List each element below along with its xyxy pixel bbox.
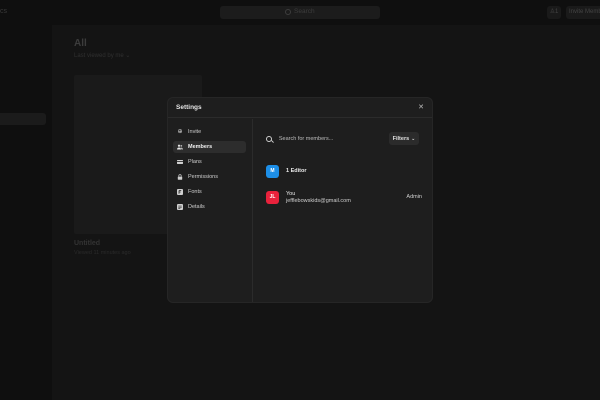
nav-item-members[interactable]: Members xyxy=(173,141,246,153)
filters-label: Filters xyxy=(392,135,410,142)
sidebar xyxy=(0,25,52,400)
avatar: JL xyxy=(266,190,279,204)
filters-button[interactable]: Filters ⌄ xyxy=(389,132,419,145)
settings-nav: ⊕ Invite Members Plans Permissions Fonts… xyxy=(168,119,253,302)
nav-item-fonts[interactable]: Fonts xyxy=(173,186,246,198)
page-title: All xyxy=(74,38,87,49)
nav-item-plans[interactable]: Plans xyxy=(173,156,246,168)
member-name: 1 Editor xyxy=(286,168,307,174)
user-count-button[interactable]: ♙1 xyxy=(547,6,561,19)
global-search-label: Search xyxy=(294,8,315,15)
card-icon xyxy=(177,159,183,165)
nav-item-label: Details xyxy=(188,204,205,210)
details-icon xyxy=(177,204,183,210)
top-bar: cs Search ♙1 Invite Members xyxy=(0,0,600,25)
close-icon[interactable]: ✕ xyxy=(418,103,424,111)
nav-item-permissions[interactable]: Permissions xyxy=(173,171,246,183)
member-info: 1 Editor xyxy=(286,168,306,174)
sidebar-selected-item[interactable] xyxy=(0,113,46,125)
lock-icon xyxy=(177,174,183,180)
users-icon xyxy=(177,144,183,150)
member-row[interactable]: JL You jefflebowskids@gmail.com Admin xyxy=(266,190,422,204)
member-name: You xyxy=(286,190,296,197)
settings-modal: Settings ✕ ⊕ Invite Members Plans Permis… xyxy=(168,98,432,302)
nav-item-label: Fonts xyxy=(188,189,202,195)
member-role[interactable]: Admin xyxy=(406,194,422,200)
member-search-input[interactable] xyxy=(278,136,376,142)
nav-item-label: Members xyxy=(188,144,213,150)
invite-members-button[interactable]: Invite Members xyxy=(566,6,600,19)
file-subtitle: Viewed 11 minutes ago xyxy=(74,250,131,256)
breadcrumb[interactable]: cs xyxy=(0,8,7,15)
nav-item-label: Invite xyxy=(188,129,202,135)
plus-circle-icon: ⊕ xyxy=(177,129,183,135)
modal-header: Settings ✕ xyxy=(168,98,432,118)
sort-dropdown[interactable]: Last viewed by me ⌄ xyxy=(74,52,130,59)
modal-title: Settings xyxy=(176,104,202,111)
nav-item-label: Permissions xyxy=(188,174,218,180)
global-search[interactable]: Search xyxy=(220,6,380,19)
nav-item-invite[interactable]: ⊕ Invite xyxy=(173,126,246,138)
file-title: Untitled xyxy=(74,240,101,247)
chevron-down-icon: ⌄ xyxy=(411,135,416,142)
nav-item-label: Plans xyxy=(188,159,202,165)
avatar: M xyxy=(266,164,279,178)
member-email: jefflebowskids@gmail.com xyxy=(286,197,351,204)
nav-item-details[interactable]: Details xyxy=(173,201,246,213)
search-icon xyxy=(266,136,272,142)
font-icon xyxy=(177,189,183,195)
members-panel: Filters ⌄ M 1 Editor JL You jefflebowski… xyxy=(254,119,432,302)
user-count: 1 xyxy=(555,9,559,15)
search-icon xyxy=(285,9,291,15)
member-info: You jefflebowskids@gmail.com xyxy=(286,191,351,204)
member-row[interactable]: M 1 Editor xyxy=(266,164,422,178)
member-search xyxy=(266,133,376,145)
